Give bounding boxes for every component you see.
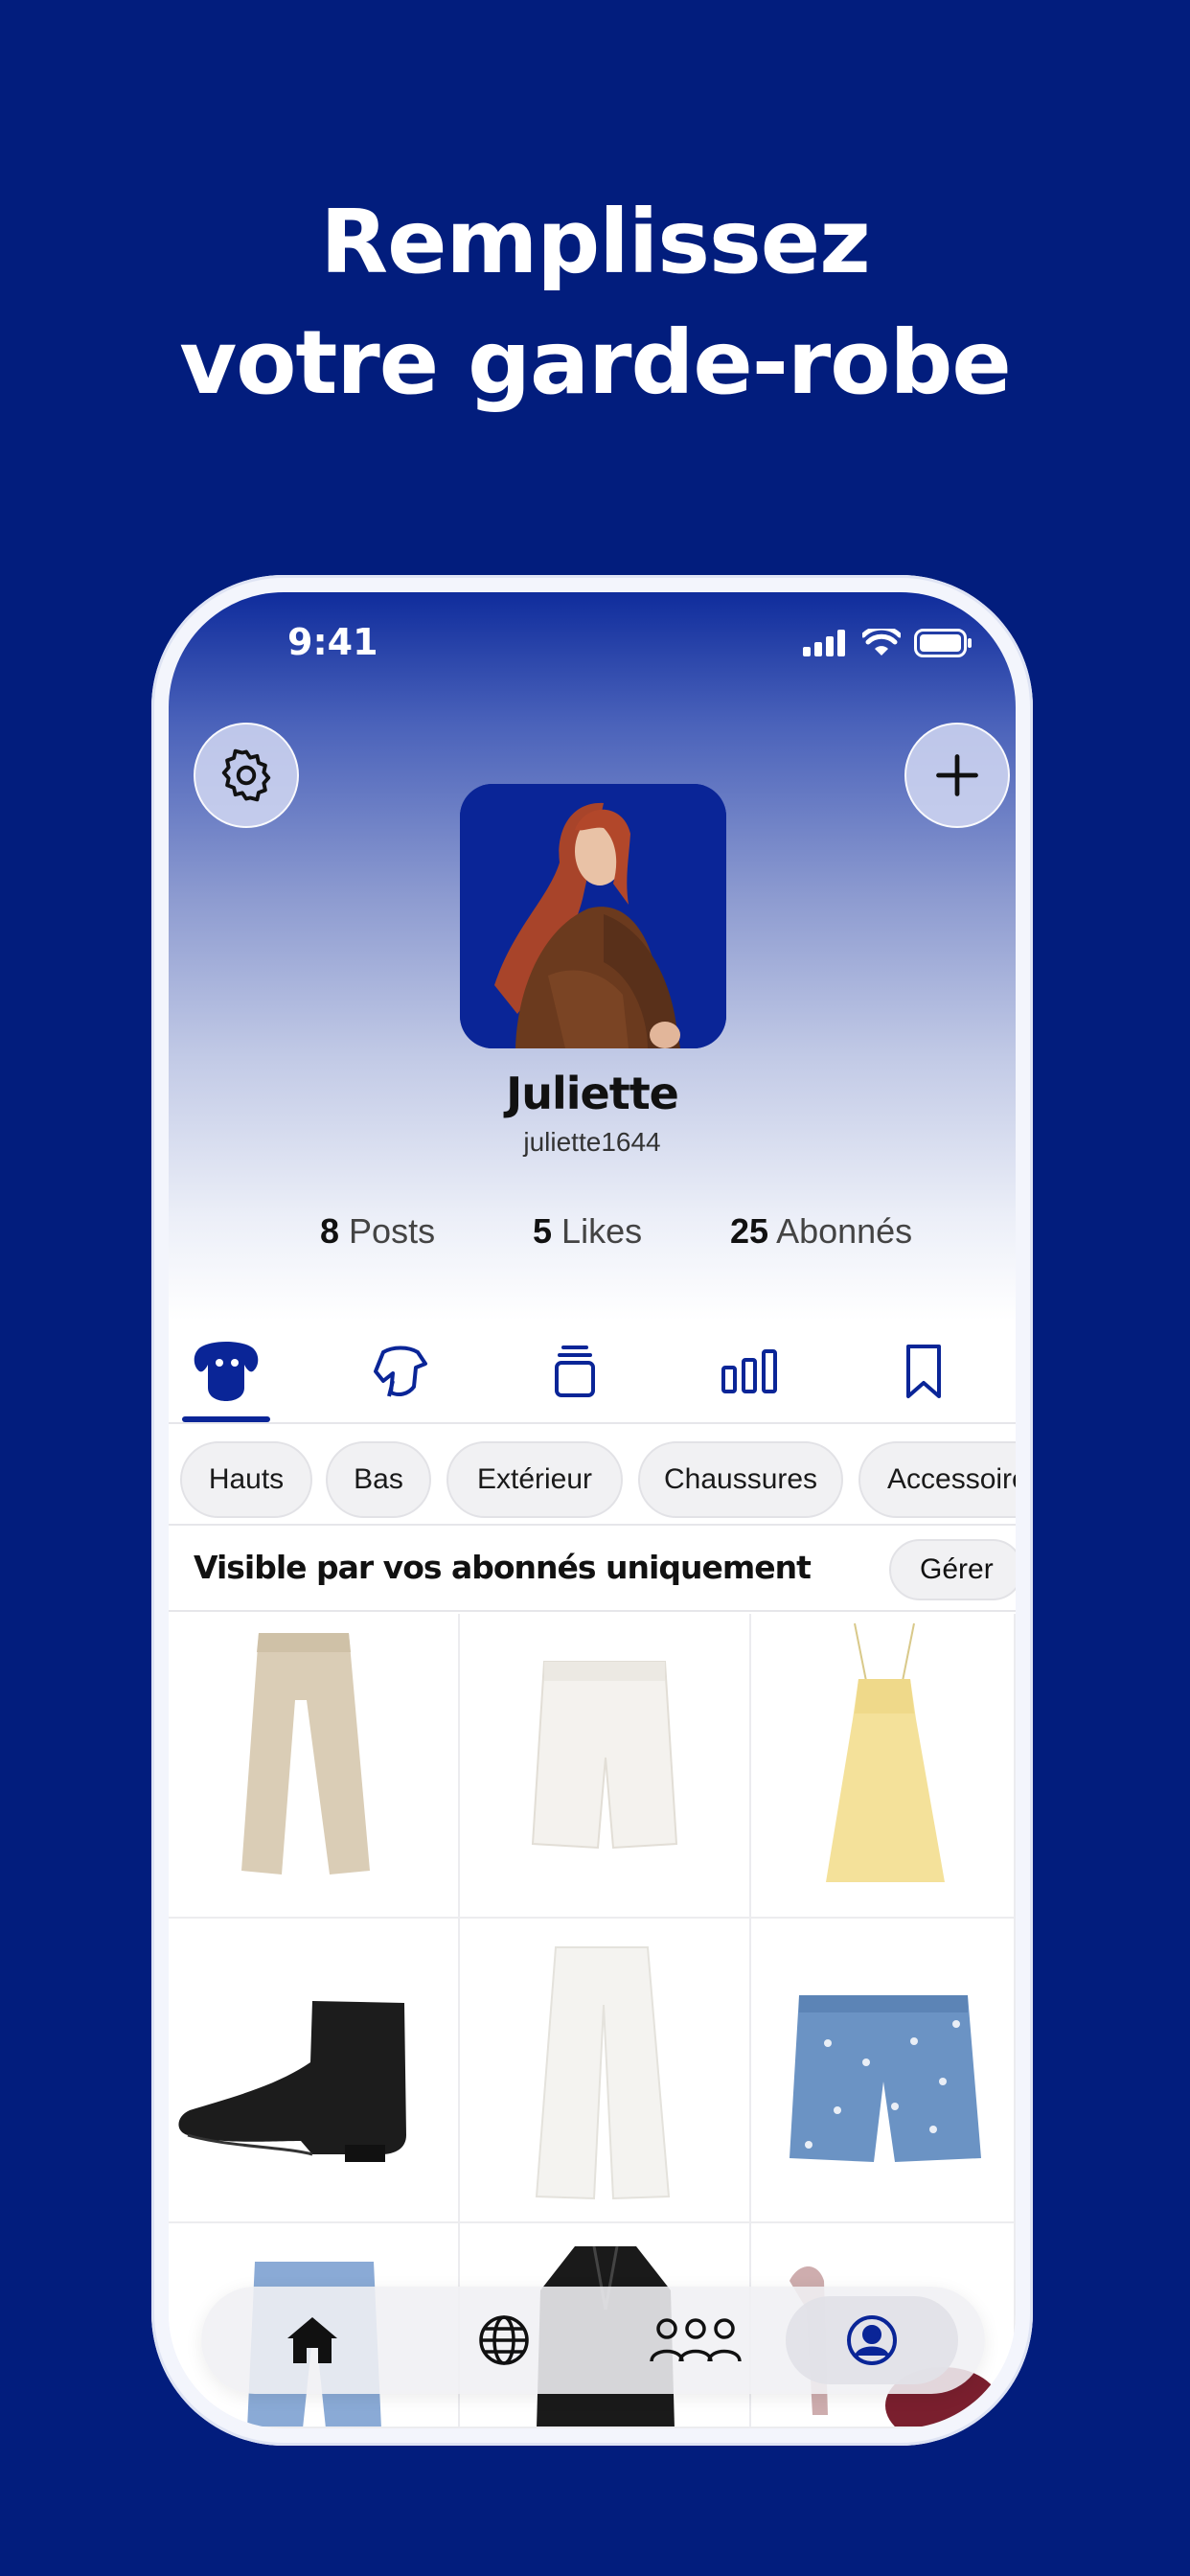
chip-tops[interactable]: Hauts (180, 1441, 312, 1518)
bottom-navigation (201, 2287, 985, 2394)
black-ankle-boot-image (178, 2001, 406, 2162)
tab-stack[interactable] (517, 1321, 632, 1422)
stat-likes[interactable]: 5 Likes (533, 1211, 642, 1252)
chip-shoes[interactable]: Chaussures (638, 1441, 843, 1518)
status-icons (803, 629, 973, 657)
nav-profile[interactable] (786, 2296, 958, 2384)
wardrobe-item[interactable] (460, 1919, 751, 2223)
posts-label: Posts (349, 1211, 436, 1251)
add-button[interactable] (904, 723, 1010, 828)
profile-name: Juliette (506, 1068, 679, 1119)
outfit-icon (374, 1346, 427, 1397)
chip-accessories[interactable]: Accessoires (858, 1441, 1016, 1518)
avatar-photo (460, 784, 726, 1048)
headline-line-1: Remplissez (320, 191, 871, 293)
globe-icon (479, 2315, 529, 2365)
avatar[interactable] (460, 784, 726, 1048)
wardrobe-item[interactable] (169, 1614, 460, 1919)
wardrobe-item[interactable] (169, 1919, 460, 2223)
wardrobe-item[interactable] (751, 1919, 1016, 2223)
nav-home[interactable] (226, 2296, 399, 2384)
followers-label: Abonnés (776, 1211, 913, 1251)
bookmark-icon (906, 1345, 941, 1398)
beige-trousers-image (241, 1633, 370, 1874)
profile-icon (847, 2315, 897, 2365)
signal-icon (803, 630, 845, 656)
chip-outerwear[interactable]: Extérieur (446, 1441, 623, 1518)
wardrobe-icon (194, 1342, 259, 1401)
nav-explore[interactable] (418, 2296, 590, 2384)
manage-button[interactable]: Gérer (889, 1539, 1016, 1600)
wardrobe-item[interactable] (751, 1614, 1016, 1919)
settings-button[interactable] (194, 723, 299, 828)
active-tab-indicator (182, 1416, 270, 1422)
gear-icon (221, 748, 271, 802)
profile-stats: 8 Posts 5 Likes 25 Abonnés (169, 1211, 1016, 1259)
stats-icon (721, 1349, 777, 1393)
denim-shorts-image (790, 1995, 981, 2162)
status-time: 9:41 (287, 621, 378, 663)
battery-icon (914, 629, 972, 657)
tab-wardrobe[interactable] (169, 1321, 284, 1422)
tab-stats[interactable] (692, 1321, 807, 1422)
headline-line-2: votre garde-robe (179, 311, 1012, 414)
profile-tabs (169, 1321, 1016, 1424)
visibility-row: Visible par vos abonnés uniquement Gérer (169, 1524, 1016, 1612)
plus-icon (936, 754, 978, 796)
followers-count: 25 (730, 1211, 769, 1251)
tab-saved[interactable] (866, 1321, 981, 1422)
wifi-icon (862, 629, 901, 656)
home-icon (287, 2317, 337, 2363)
headline: Remplissez votre garde-robe (0, 182, 1190, 424)
yellow-dress-image (826, 1622, 945, 1882)
posts-count: 8 (320, 1211, 340, 1251)
nav-community[interactable] (609, 2296, 782, 2384)
likes-count: 5 (533, 1211, 553, 1251)
people-icon (650, 2318, 742, 2362)
status-bar: 9:41 (169, 592, 1016, 698)
white-trousers-image (535, 1946, 671, 2200)
white-shorts-image (531, 1661, 678, 1850)
profile-handle: juliette1644 (523, 1127, 661, 1157)
phone-screen: 9:41 Juliette juliette1644 8 Posts 5 Lik… (169, 592, 1016, 2428)
wardrobe-item[interactable] (460, 1614, 751, 1919)
likes-label: Likes (561, 1211, 643, 1251)
category-filters: Hauts Bas Extérieur Chaussures Accessoir… (169, 1436, 1016, 1524)
stack-icon (555, 1346, 595, 1397)
tab-outfits[interactable] (343, 1321, 458, 1422)
visibility-text: Visible par vos abonnés uniquement (194, 1549, 812, 1586)
chip-bottoms[interactable]: Bas (326, 1441, 431, 1518)
stat-followers[interactable]: 25 Abonnés (730, 1211, 912, 1252)
stat-posts[interactable]: 8 Posts (320, 1211, 435, 1252)
